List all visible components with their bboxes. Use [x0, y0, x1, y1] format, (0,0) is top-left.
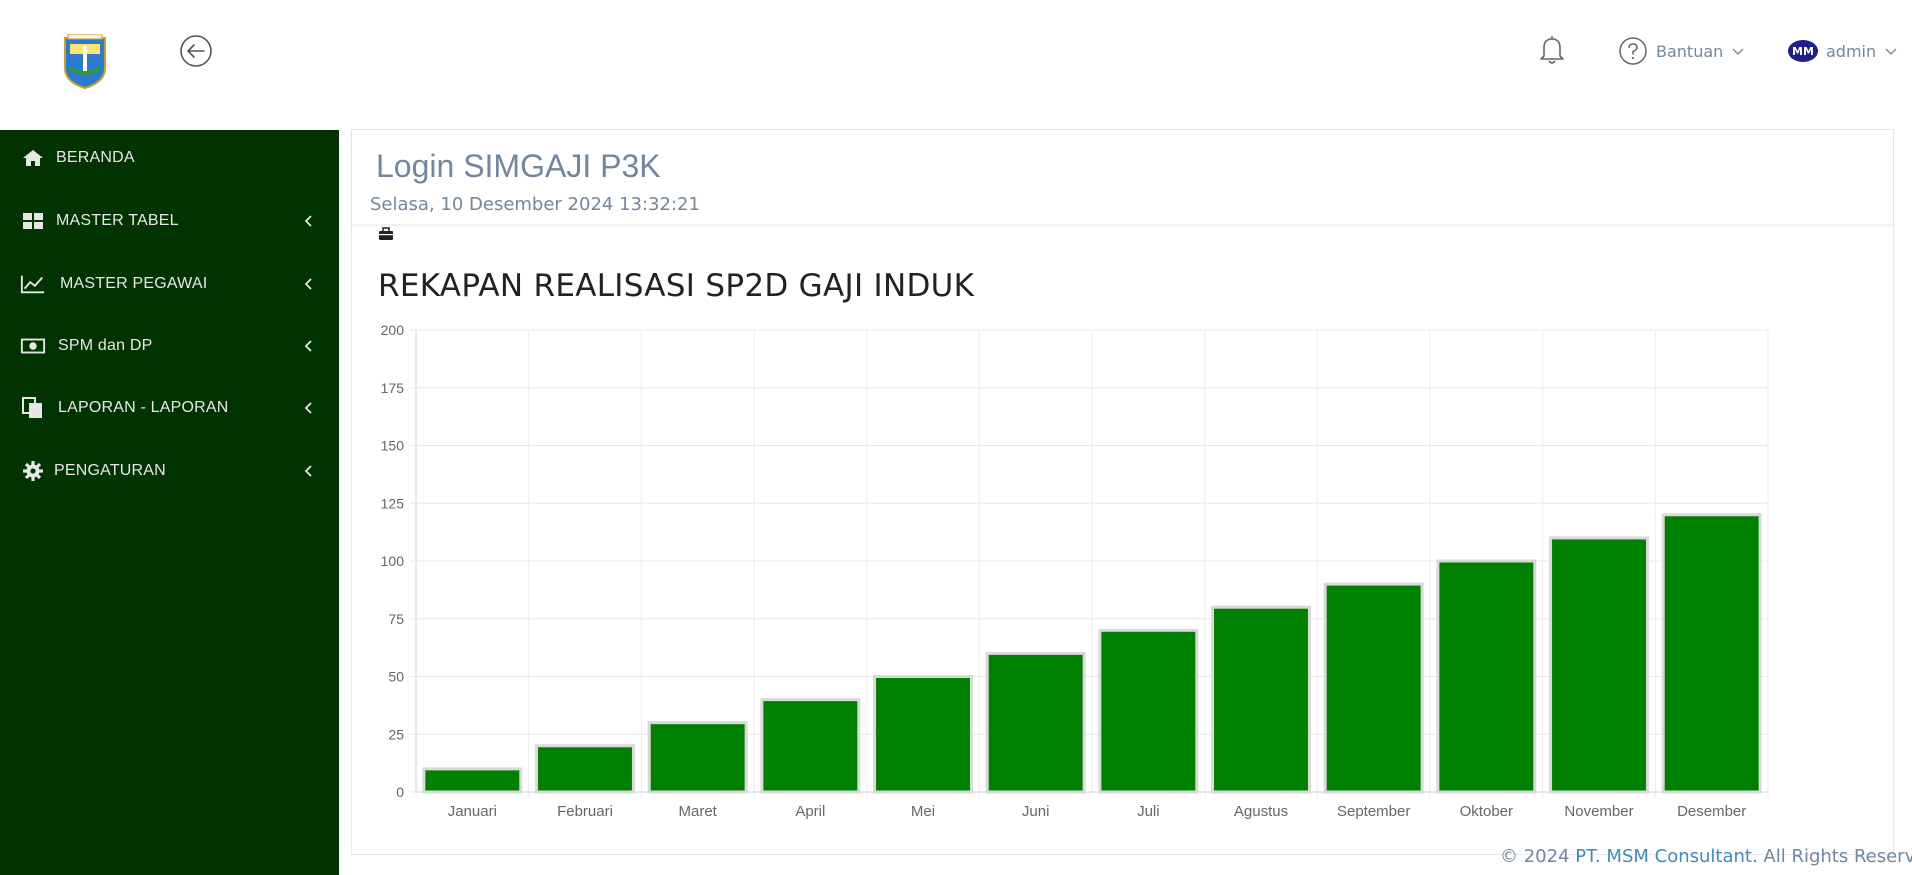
- sidebar-item-master-tabel[interactable]: MASTER TABEL: [0, 198, 339, 244]
- x-tick-label: November: [1564, 803, 1633, 820]
- bar-maret: [647, 721, 748, 794]
- current-datetime: Selasa, 10 Desember 2024 13:32:21: [370, 194, 700, 215]
- x-tick-label: Juni: [1022, 803, 1050, 820]
- bar-oktober: [1436, 559, 1537, 794]
- y-tick-label: 0: [396, 784, 404, 800]
- sidebar-item-label: PENGATURAN: [54, 462, 166, 479]
- chevron-left-icon: [304, 278, 312, 290]
- footer-copyright: © 2024: [1500, 846, 1576, 867]
- x-tick-label: Januari: [448, 803, 497, 820]
- government-logo: [62, 33, 108, 90]
- y-tick-label: 150: [381, 438, 405, 454]
- back-arrow-icon[interactable]: [179, 34, 213, 68]
- avatar: MM: [1788, 40, 1818, 62]
- x-tick-label: September: [1337, 803, 1410, 820]
- grid-icon: [20, 210, 46, 232]
- sp2d-bar-chart: 0 25 50 75 100 125 150 175 200 Januari Februari Mar…: [381, 322, 1769, 820]
- sidebar-item-master-pegawai[interactable]: MASTER PEGAWAI: [0, 261, 339, 307]
- sidebar-item-pengaturan[interactable]: PENGATURAN: [0, 448, 339, 494]
- company-link[interactable]: PT. MSM Consultant.: [1575, 846, 1757, 867]
- user-menu[interactable]: MM admin: [1788, 34, 1898, 68]
- help-label: Bantuan: [1656, 41, 1724, 61]
- bar-april: [760, 698, 861, 794]
- briefcase-icon: [378, 226, 394, 240]
- page-header: Login SIMGAJI P3K Selasa, 10 Desember 20…: [352, 130, 1893, 224]
- y-tick-label: 25: [388, 726, 404, 742]
- bar-desember: [1661, 513, 1762, 794]
- sidebar-item-spm-dan-dp[interactable]: SPM dan DP: [0, 323, 339, 369]
- documents-icon: [20, 397, 46, 419]
- sidebar-item-label: MASTER TABEL: [56, 212, 179, 229]
- sidebar-item-label: BERANDA: [56, 149, 135, 166]
- y-tick-label: 100: [381, 553, 405, 569]
- bar-februari: [535, 744, 635, 794]
- bar-november: [1549, 536, 1649, 794]
- line-chart-icon: [20, 273, 46, 295]
- user-label: admin: [1826, 41, 1877, 61]
- sidebar-item-laporan[interactable]: LAPORAN - LAPORAN: [0, 385, 339, 431]
- home-icon: [20, 147, 46, 169]
- bar-agustus: [1211, 605, 1311, 794]
- page-title: Login SIMGAJI P3K: [376, 148, 661, 184]
- sidebar-item-label: SPM dan DP: [58, 337, 153, 354]
- x-tick-label: Oktober: [1460, 803, 1513, 820]
- sidebar-item-label: MASTER PEGAWAI: [60, 275, 208, 292]
- gear-icon: [20, 460, 46, 482]
- y-tick-label: 75: [388, 611, 404, 627]
- x-tick-label: Mei: [911, 803, 935, 820]
- chevron-left-icon: [304, 402, 312, 414]
- notification-bell-icon[interactable]: [1538, 34, 1566, 66]
- footer: © 2024 PT. MSM Consultant. All Rights Re…: [1500, 846, 1912, 867]
- y-tick-label: 50: [388, 669, 404, 685]
- chevron-left-icon: [304, 465, 312, 477]
- footer-rights: All Rights Reserved: [1763, 846, 1912, 867]
- y-tick-label: 200: [381, 322, 405, 338]
- money-icon: [20, 335, 46, 357]
- chevron-left-icon: [304, 215, 312, 227]
- y-tick-label: 125: [381, 495, 405, 511]
- x-tick-label: Maret: [678, 803, 717, 820]
- chevron-down-icon: [1732, 48, 1744, 55]
- help-menu[interactable]: Bantuan: [1618, 34, 1745, 68]
- x-tick-label: Juli: [1137, 803, 1160, 820]
- question-circle-icon: [1619, 37, 1647, 65]
- bar-juni: [985, 651, 1086, 794]
- x-tick-label: April: [795, 803, 825, 820]
- bar-januari: [422, 767, 523, 794]
- chevron-left-icon: [304, 340, 312, 352]
- sidebar-item-label: LAPORAN - LAPORAN: [58, 399, 229, 416]
- bar-september: [1323, 582, 1424, 794]
- bar-juli: [1098, 628, 1199, 794]
- x-tick-label: Desember: [1677, 803, 1746, 820]
- chart-heading: REKAPAN REALISASI SP2D GAJI INDUK: [378, 268, 975, 304]
- sidebar: BERANDA MASTER TABEL MASTER PEGAWAI SPM …: [0, 130, 339, 875]
- y-tick-label: 175: [381, 380, 405, 396]
- top-header: Bantuan MM admin: [0, 0, 1912, 130]
- x-tick-label: Agustus: [1234, 803, 1288, 820]
- sidebar-item-beranda[interactable]: BERANDA: [0, 135, 339, 181]
- bar-mei: [873, 675, 973, 794]
- x-tick-label: Februari: [557, 803, 613, 820]
- chevron-down-icon: [1885, 48, 1897, 55]
